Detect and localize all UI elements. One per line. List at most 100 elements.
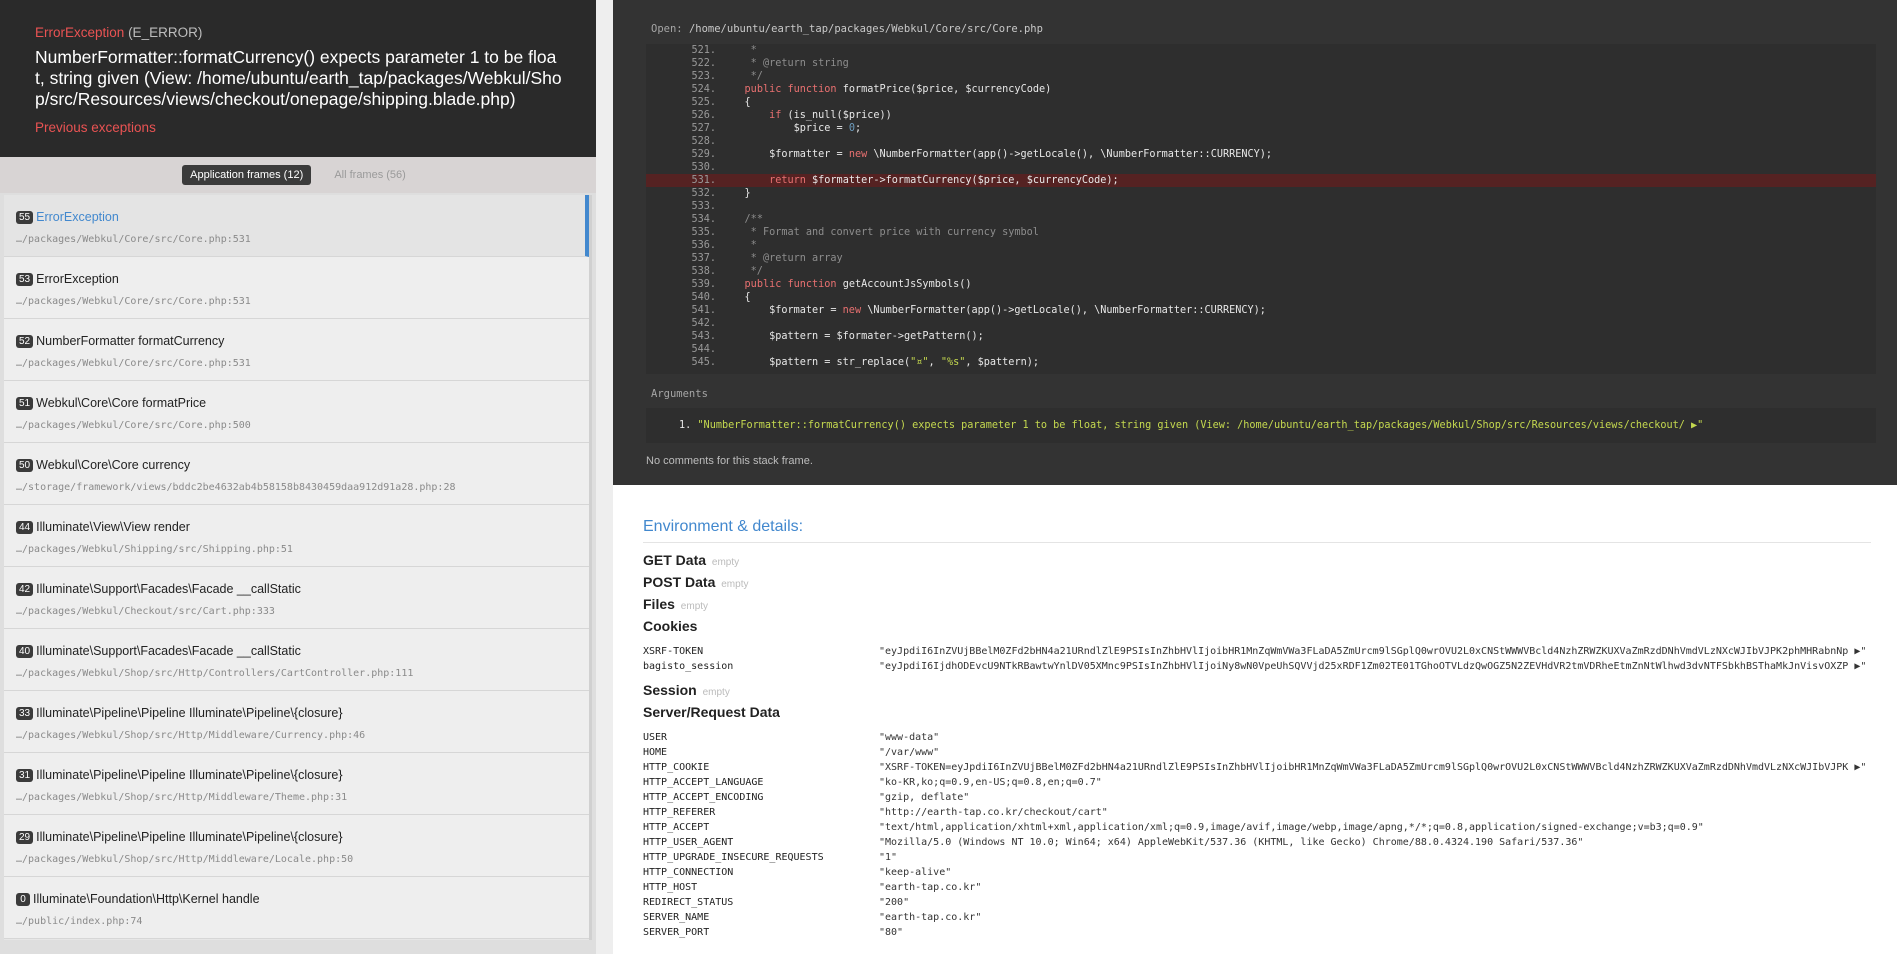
line-number: 536.	[691, 240, 716, 251]
line-number: 533.	[691, 201, 716, 212]
frame-name: Illuminate\Pipeline\Pipeline Illuminate\…	[36, 706, 343, 720]
server-row: SERVER_NAME "earth-tap.co.kr"	[643, 910, 1867, 925]
code-text: $price = 0;	[720, 123, 862, 134]
server-request-table: USER "www-data" HOME "/var/www" HTTP_COOKIE "…	[643, 730, 1867, 940]
exception-message: NumberFormatter::formatCurrency() expect…	[35, 47, 562, 109]
line-number: 544.	[691, 344, 716, 355]
kv-value[interactable]: "/var/www"	[879, 745, 1869, 760]
stack-frame[interactable]: 29 Illuminate\Pipeline\Pipeline Illuminat…	[4, 815, 589, 877]
code-line: 530.	[646, 161, 1876, 174]
kv-value[interactable]: "keep-alive"	[879, 865, 1869, 880]
stack-frame[interactable]: 40 Illuminate\Support\Facades\Facade __ca…	[4, 629, 589, 691]
application-frames-button[interactable]: Application frames (12)	[182, 165, 312, 185]
stack-frame[interactable]: 33 Illuminate\Pipeline\Pipeline Illuminat…	[4, 691, 589, 753]
cookies-table: XSRF-TOKEN "eyJpdiI6InZVUjBBelM0ZFd2bHN4a…	[643, 644, 1867, 674]
kv-key: SERVER_PORT	[643, 927, 710, 938]
environment-details: Environment & details: GET Data empty PO…	[613, 485, 1897, 954]
stack-frame[interactable]: 44 Illuminate\View\View render …/packages/…	[4, 505, 589, 567]
no-comments-text: No comments for this stack frame.	[646, 455, 813, 467]
kv-key: HOME	[643, 747, 668, 758]
line-number: 542.	[691, 318, 716, 329]
kv-value[interactable]: "1"	[879, 850, 1869, 865]
code-text: */	[750, 266, 763, 277]
line-number: 523.	[691, 71, 716, 82]
frame-file: …/packages/Webkul/Checkout/src/Cart.php:…	[16, 606, 275, 617]
frame-file: …/storage/framework/views/bddc2be4632ab4…	[16, 482, 456, 493]
stack-frame[interactable]: 52 NumberFormatter formatCurrency …/packag…	[4, 319, 589, 381]
kv-key: HTTP_CONNECTION	[643, 867, 734, 878]
stack-frame[interactable]: 31 Illuminate\Pipeline\Pipeline Illuminat…	[4, 753, 589, 815]
exception-class: ErrorException	[35, 25, 125, 40]
code-text: $pattern = str_replace("¤", "%s", $patte…	[720, 357, 1039, 368]
stack-frame[interactable]: 50 Webkul\Core\Core currency …/storage/fra…	[4, 443, 589, 505]
kv-value[interactable]: "XSRF-TOKEN=eyJpdiI6InZVUjBBelM0ZFd2bHN4…	[879, 760, 1869, 775]
kv-key: REDIRECT_STATUS	[643, 897, 734, 908]
open-file-path[interactable]: /home/ubuntu/earth_tap/packages/Webkul/C…	[689, 23, 1043, 35]
frame-file: …/packages/Webkul/Shop/src/Http/Controll…	[16, 668, 414, 679]
line-number: 528.	[691, 136, 716, 147]
server-row: HOME "/var/www"	[643, 745, 1867, 760]
frame-name: NumberFormatter formatCurrency	[36, 334, 225, 348]
frame-index: 40	[16, 645, 34, 658]
exception-header: ErrorException (E_ERROR) NumberFormatter…	[0, 0, 596, 157]
code-text: $formater = new \NumberFormatter(app()->…	[720, 305, 1266, 316]
kv-key: HTTP_UPGRADE_INSECURE_REQUESTS	[643, 852, 824, 863]
kv-value[interactable]: "www-data"	[879, 730, 1869, 745]
line-number: 543.	[691, 331, 716, 342]
server-row: HTTP_UPGRADE_INSECURE_REQUESTS "1"	[643, 850, 1867, 865]
frame-name: Illuminate\View\View render	[36, 520, 190, 534]
code-line: 524. public function formatPrice($price,…	[646, 83, 1876, 96]
stack-frame[interactable]: 42 Illuminate\Support\Facades\Facade __ca…	[4, 567, 589, 629]
line-number: 534.	[691, 214, 716, 225]
frame-index: 52	[16, 335, 34, 348]
kv-value[interactable]: "earth-tap.co.kr"	[879, 880, 1869, 895]
server-row: REDIRECT_STATUS "200"	[643, 895, 1867, 910]
arguments-box: 1. "NumberFormatter::formatCurrency() ex…	[646, 408, 1876, 443]
frame-index: 42	[16, 583, 34, 596]
kv-key: HTTP_ACCEPT_ENCODING	[643, 792, 764, 803]
stack-frame[interactable]: 53 ErrorException …/packages/Webkul/Core/s…	[4, 257, 589, 319]
all-frames-button[interactable]: All frames (56)	[326, 165, 414, 185]
panel-divider	[596, 0, 613, 954]
frame-index: 50	[16, 459, 34, 472]
kv-value[interactable]: "gzip, deflate"	[879, 790, 1869, 805]
code-line: 522. * @return string	[646, 57, 1876, 70]
code-text: *	[750, 240, 757, 251]
line-number: 539.	[691, 279, 716, 290]
arguments-label: Arguments	[651, 388, 708, 400]
kv-value[interactable]: "Mozilla/5.0 (Windows NT 10.0; Win64; x6…	[879, 835, 1869, 850]
frame-code-area: Open: /home/ubuntu/earth_tap/packages/We…	[613, 0, 1897, 485]
server-row: USER "www-data"	[643, 730, 1867, 745]
session-section: Session empty	[643, 682, 1867, 698]
kv-value[interactable]: "eyJpdiI6InZVUjBBelM0ZFd2bHN4a21URndlZlE…	[879, 644, 1869, 659]
files-empty: empty	[680, 601, 709, 612]
kv-value[interactable]: "earth-tap.co.kr"	[879, 910, 1869, 925]
code-text: public function formatPrice($price, $cur…	[744, 84, 1052, 95]
argument-value[interactable]: "NumberFormatter::formatCurrency() expec…	[697, 420, 1703, 431]
stack-frame[interactable]: 51 Webkul\Core\Core formatPrice …/packages…	[4, 381, 589, 443]
stack-frame[interactable]: 55 ErrorException …/packages/Webkul/Core/s…	[4, 195, 589, 257]
code-text: * @return string	[750, 58, 849, 69]
kv-value[interactable]: "80"	[879, 925, 1869, 940]
kv-key: HTTP_COOKIE	[643, 762, 710, 773]
code-text: $pattern = $formater->getPattern();	[720, 331, 984, 342]
line-number: 538.	[691, 266, 716, 277]
post-data-title: POST Data	[643, 574, 716, 590]
previous-exceptions-link[interactable]: Previous exceptions	[35, 120, 156, 135]
code-text: /**	[744, 214, 763, 225]
frame-file: …/packages/Webkul/Shipping/src/Shipping.…	[16, 544, 293, 555]
code-text: return $formatter->formatCurrency($price…	[769, 175, 1119, 186]
kv-value[interactable]: "ko-KR,ko;q=0.9,en-US;q=0.8,en;q=0.7"	[879, 775, 1869, 790]
environment-title: Environment & details:	[643, 518, 1871, 543]
kv-value[interactable]: "text/html,application/xhtml+xml,applica…	[879, 820, 1869, 835]
code-line: 529. $formatter = new \NumberFormatter(a…	[646, 148, 1876, 161]
code-line: 544.	[646, 343, 1876, 356]
frame-name: Illuminate\Support\Facades\Facade __call…	[36, 582, 301, 596]
server-request-title: Server/Request Data	[643, 704, 780, 720]
line-number: 530.	[691, 162, 716, 173]
kv-key: HTTP_HOST	[643, 882, 698, 893]
kv-value[interactable]: "200"	[879, 895, 1869, 910]
stack-frame[interactable]: 0 Illuminate\Foundation\Http\Kernel handl…	[4, 877, 589, 939]
kv-value[interactable]: "eyJpdiI6IjdhODEvcU9NTkRBawtwYnlDV05XMnc…	[879, 659, 1869, 674]
kv-value[interactable]: "http://earth-tap.co.kr/checkout/cart"	[879, 805, 1869, 820]
